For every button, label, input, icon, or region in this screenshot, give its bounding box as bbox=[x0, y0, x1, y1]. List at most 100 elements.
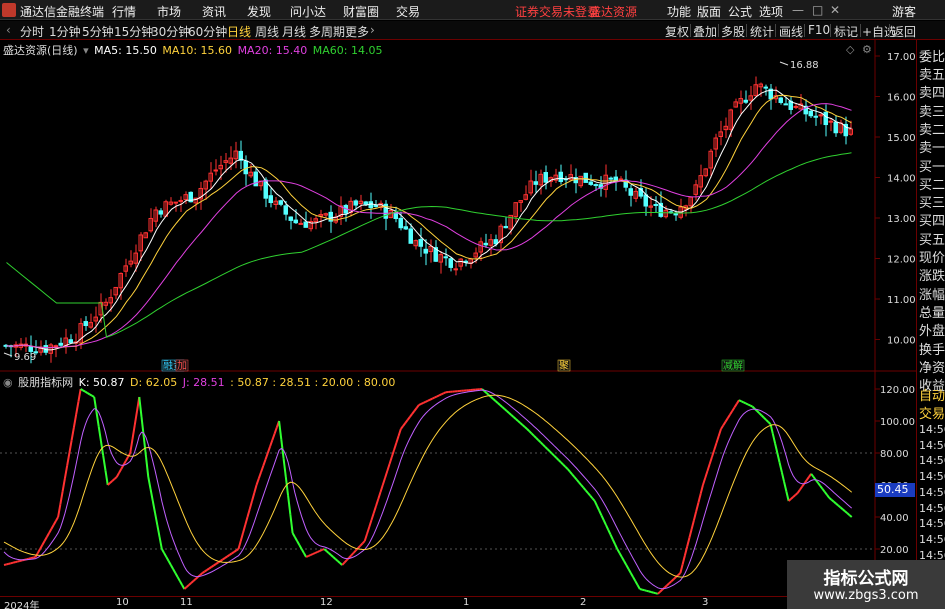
period-30min[interactable]: 30分钟 bbox=[151, 23, 190, 40]
j-line-segment bbox=[701, 477, 707, 486]
j-line-segment bbox=[620, 556, 625, 562]
j-line-segment bbox=[711, 449, 716, 458]
j-line-segment bbox=[262, 459, 267, 467]
menu-hangqing[interactable]: 行情 bbox=[112, 3, 136, 20]
j-line-segment bbox=[704, 470, 709, 479]
menu-gongneng[interactable]: 功能 bbox=[667, 3, 691, 20]
candle-body bbox=[408, 228, 413, 244]
period-more[interactable]: 更多 bbox=[345, 23, 369, 40]
j-line-segment bbox=[431, 396, 436, 400]
j-line-segment bbox=[546, 448, 551, 452]
period-monthly[interactable]: 月线 bbox=[282, 23, 306, 40]
kline-chart[interactable]: 17.00 16.00 15.00 14.00 13.00 12.00 11.00 10.00… bbox=[0, 40, 916, 372]
j-line-segment bbox=[213, 563, 217, 567]
kline-svg[interactable]: 17.00 16.00 15.00 14.00 13.00 12.00 11.00 10.00… bbox=[0, 40, 916, 372]
menu-gongshi[interactable]: 公式 bbox=[728, 3, 752, 20]
j-line-segment bbox=[738, 399, 742, 403]
j-line-segment bbox=[332, 556, 337, 560]
diamond-icon[interactable]: ◇ bbox=[846, 43, 854, 56]
j-line-segment bbox=[57, 504, 62, 518]
period-5min[interactable]: 5分钟 bbox=[82, 23, 114, 40]
y-tick-label: 14.00 bbox=[887, 174, 916, 185]
more-chevron-icon[interactable]: › bbox=[370, 23, 375, 37]
j-line-segment bbox=[771, 433, 777, 444]
j-line-segment bbox=[404, 419, 409, 424]
y-tick-label: 17.00 bbox=[887, 52, 916, 63]
tool-huaxian[interactable]: 画线 bbox=[779, 23, 803, 40]
j-line-segment bbox=[743, 401, 747, 405]
menu-zixun[interactable]: 资讯 bbox=[202, 3, 226, 20]
indicator-dropdown-icon[interactable]: ◉ bbox=[3, 376, 13, 389]
j-line-segment bbox=[271, 433, 276, 441]
j-line-segment bbox=[312, 552, 316, 555]
minimize-icon[interactable]: — bbox=[792, 3, 804, 17]
menu-jiaoyi[interactable]: 交易 bbox=[396, 3, 420, 20]
tool-fuquan[interactable]: 复权 bbox=[665, 23, 689, 40]
j-line-segment bbox=[733, 403, 738, 408]
candle-body bbox=[558, 171, 563, 182]
quote-row-label: 买四 bbox=[919, 214, 945, 230]
j-line-segment bbox=[582, 487, 587, 491]
j-line-segment bbox=[729, 410, 734, 416]
y-tick-label: 10.00 bbox=[887, 336, 916, 347]
menu-banmian[interactable]: 版面 bbox=[697, 3, 721, 20]
y-tick-label: 12.00 bbox=[887, 255, 916, 266]
tool-diejia[interactable]: 叠加 bbox=[693, 23, 717, 40]
x-axis: 2024年 10 11 12 1 2 3 bbox=[0, 596, 916, 609]
legend-dropdown-icon[interactable]: ▾ bbox=[83, 44, 89, 57]
j-line-segment bbox=[388, 456, 393, 465]
j-line-segment bbox=[569, 471, 573, 475]
menu-wenxiaoda[interactable]: 问小达 bbox=[290, 3, 326, 20]
indicator-svg[interactable]: 120.00100.0080.0060.0040.0020.00 bbox=[0, 372, 916, 596]
period-multi[interactable]: 多周期 bbox=[309, 23, 345, 40]
tool-tongji[interactable]: 统计 bbox=[750, 23, 774, 40]
tool-biaoji[interactable]: 标记 bbox=[834, 23, 858, 40]
j-line-segment bbox=[52, 520, 57, 526]
tool-f10[interactable]: F10 bbox=[808, 23, 830, 37]
stock-name-link[interactable]: 盛达资源 bbox=[589, 3, 637, 20]
j-line-segment bbox=[596, 505, 601, 512]
close-icon[interactable]: ✕ bbox=[830, 3, 840, 17]
indicator-y-tick-label: 20.00 bbox=[880, 545, 909, 556]
toolbar-divider bbox=[746, 24, 747, 37]
j-line-segment bbox=[699, 484, 704, 495]
tool-back[interactable]: 返回 bbox=[892, 23, 916, 40]
j-line-segment bbox=[142, 436, 148, 458]
menu-caifuquan[interactable]: 财富圈 bbox=[343, 3, 379, 20]
j-line-segment bbox=[377, 491, 382, 500]
j-line-segment bbox=[434, 395, 438, 399]
period-daily[interactable]: 日线 bbox=[227, 23, 251, 40]
j-line-segment bbox=[400, 425, 404, 430]
user-label[interactable]: 游客 bbox=[892, 3, 916, 20]
nav-icon[interactable]: ‹ bbox=[6, 23, 11, 37]
settings-gear-icon[interactable]: ⚙ bbox=[862, 43, 872, 56]
menu-faxian[interactable]: 发现 bbox=[247, 3, 271, 20]
toolbar-divider bbox=[804, 24, 805, 37]
menu-shichang[interactable]: 市场 bbox=[157, 3, 181, 20]
menu-xuanxiang[interactable]: 选项 bbox=[759, 3, 783, 20]
kdj-indicator-chart[interactable]: 120.00100.0080.0060.0040.0020.00 ◉ 股朋指标网… bbox=[0, 372, 916, 596]
j-line-segment bbox=[298, 544, 303, 550]
quote-row-label: 买二 bbox=[919, 177, 945, 193]
j-line-segment bbox=[372, 505, 377, 514]
j-line-segment bbox=[75, 401, 80, 415]
candle-body bbox=[453, 268, 458, 271]
j-line-segment bbox=[91, 394, 95, 398]
period-fenshi[interactable]: 分时 bbox=[20, 23, 44, 40]
candle-body bbox=[353, 200, 358, 206]
tool-add-watchlist[interactable]: +自选 bbox=[862, 23, 896, 40]
tool-duogu[interactable]: 多股 bbox=[721, 23, 745, 40]
j-line-segment bbox=[45, 532, 50, 538]
period-60min[interactable]: 60分钟 bbox=[188, 23, 227, 40]
j-line-segment bbox=[255, 478, 260, 486]
j-line-segment bbox=[726, 414, 731, 419]
quote-row-label: 卖五 bbox=[919, 68, 945, 83]
period-weekly[interactable]: 周线 bbox=[255, 23, 279, 40]
j-line-segment bbox=[253, 484, 258, 494]
j-line-segment bbox=[607, 529, 612, 536]
j-line-segment bbox=[663, 584, 668, 589]
maximize-icon[interactable]: □ bbox=[812, 3, 823, 17]
login-warning[interactable]: 证券交易未登录 bbox=[515, 3, 599, 20]
period-15min[interactable]: 15分钟 bbox=[114, 23, 153, 40]
period-1min[interactable]: 1分钟 bbox=[49, 23, 81, 40]
